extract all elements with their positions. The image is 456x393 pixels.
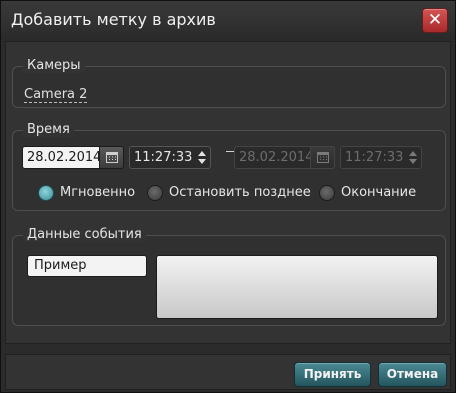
time-group: Время 28.02.2014 11:27:33 28.02.2014 11:… [12, 122, 446, 211]
dialog-title: Добавить метку в архив [11, 10, 216, 29]
cancel-button[interactable]: Отмена [378, 362, 447, 387]
start-calendar-button[interactable] [99, 146, 124, 169]
dialog-footer: Принять Отмена [5, 354, 451, 390]
start-time-value: 11:27:33 [134, 150, 193, 165]
radio-dot[interactable] [319, 185, 335, 201]
close-button[interactable]: ✕ [422, 8, 448, 33]
cameras-group: Камеры Camera 2 [12, 58, 446, 108]
event-data-group: Данные события Пример [12, 227, 446, 326]
mode-instant-label: Мгновенно [60, 185, 136, 200]
end-date-value: 28.02.2014 [239, 150, 314, 165]
add-archive-mark-dialog: Добавить метку в архив ✕ Камеры Camera 2… [0, 0, 456, 393]
close-icon: ✕ [427, 10, 443, 30]
end-calendar-button[interactable] [310, 146, 335, 169]
event-name-value: Пример [34, 258, 87, 273]
radio-dot[interactable] [38, 185, 54, 201]
end-date-field[interactable]: 28.02.2014 [234, 146, 335, 169]
start-date-field[interactable]: 28.02.2014 [22, 146, 124, 169]
mode-stop-later-label: Остановить позднее [169, 185, 311, 200]
time-legend: Время [23, 122, 74, 137]
mode-end-label: Окончание [341, 185, 417, 200]
spin-arrows-icon[interactable] [409, 150, 417, 165]
calendar-icon [106, 152, 118, 163]
event-details-textarea[interactable] [156, 255, 438, 319]
title-bar[interactable]: Добавить метку в архив ✕ [1, 1, 455, 39]
dialog-content: Камеры Camera 2 Время 28.02.2014 11:27:3… [5, 41, 451, 344]
calendar-icon [317, 152, 329, 163]
cameras-legend: Камеры [23, 58, 85, 73]
event-data-legend: Данные события [23, 227, 146, 242]
end-time-value: 11:27:33 [345, 150, 404, 165]
radio-dot[interactable] [147, 185, 163, 201]
end-time-field[interactable]: 11:27:33 [340, 146, 422, 169]
start-date-value: 28.02.2014 [27, 150, 102, 165]
accept-button[interactable]: Принять [294, 362, 371, 387]
event-name-field[interactable]: Пример [27, 255, 147, 277]
start-time-field[interactable]: 11:27:33 [129, 146, 211, 169]
spin-arrows-icon[interactable] [198, 150, 206, 165]
camera-selector-link[interactable]: Camera 2 [24, 87, 88, 103]
